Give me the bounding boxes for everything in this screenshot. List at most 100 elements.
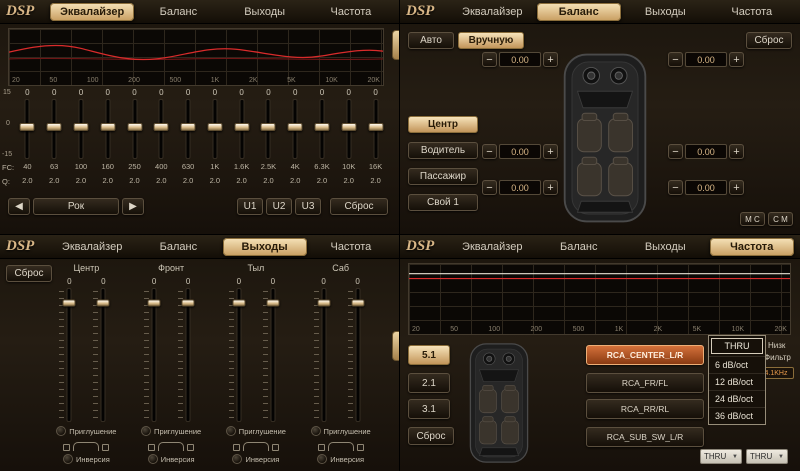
- decrease-button[interactable]: −: [482, 180, 497, 195]
- mode-2-1-button[interactable]: 2.1: [408, 373, 450, 393]
- balance-preset-center-button[interactable]: Центр: [408, 116, 478, 133]
- slope-select-left[interactable]: THRU▼: [700, 449, 742, 464]
- decrease-button[interactable]: −: [668, 52, 683, 67]
- increase-button[interactable]: +: [729, 180, 744, 195]
- slider-knob[interactable]: [234, 123, 249, 131]
- mute-checkbox[interactable]: [141, 426, 151, 436]
- balance-manual-button[interactable]: Вручную: [458, 32, 524, 49]
- mute-toggle[interactable]: Приглушение: [56, 425, 116, 437]
- output-level-slider[interactable]: [178, 287, 198, 423]
- eq-band-slider[interactable]: [228, 98, 255, 160]
- balance-preset-driver-button[interactable]: Водитель: [408, 142, 478, 159]
- cm-button[interactable]: C M: [768, 212, 793, 226]
- invert-toggle[interactable]: Инверсия: [232, 453, 279, 465]
- tab-equalizer[interactable]: Эквалайзер: [450, 238, 535, 256]
- balance-preset-custom-button[interactable]: Свой 1: [408, 194, 478, 211]
- slider-knob[interactable]: [182, 300, 195, 307]
- slider-knob[interactable]: [154, 123, 169, 131]
- tab-balance[interactable]: Баланс: [537, 238, 622, 256]
- mode-5-1-button[interactable]: 5.1: [408, 345, 450, 365]
- output-level-slider[interactable]: [348, 287, 368, 423]
- eq-band-slider[interactable]: [175, 98, 202, 160]
- rca-front-button[interactable]: RCA_FR/FL: [586, 373, 704, 393]
- eq-band-slider[interactable]: [148, 98, 175, 160]
- link-channels-toggle[interactable]: [63, 439, 109, 451]
- link-channels-toggle[interactable]: [148, 439, 194, 451]
- invert-toggle[interactable]: Инверсия: [148, 453, 195, 465]
- tab-frequency[interactable]: Частота: [309, 3, 393, 21]
- mute-checkbox[interactable]: [311, 426, 321, 436]
- slider-knob[interactable]: [314, 123, 329, 131]
- tab-balance[interactable]: Баланс: [537, 3, 622, 21]
- link-channels-toggle[interactable]: [318, 439, 364, 451]
- output-level-slider[interactable]: [314, 287, 334, 423]
- dropdown-option-12db[interactable]: 12 dB/oct: [709, 373, 765, 390]
- slider-knob[interactable]: [63, 300, 76, 307]
- tab-equalizer[interactable]: Эквалайзер: [50, 238, 134, 256]
- dropdown-option-6db[interactable]: 6 dB/oct: [709, 356, 765, 373]
- eq-band-slider[interactable]: [41, 98, 68, 160]
- tab-outputs[interactable]: Выходы: [623, 238, 708, 256]
- invert-toggle[interactable]: Инверсия: [63, 453, 110, 465]
- side-pull-handle[interactable]: [392, 331, 399, 361]
- tab-outputs[interactable]: Выходы: [623, 3, 708, 21]
- slider-knob[interactable]: [341, 123, 356, 131]
- tab-outputs[interactable]: Выходы: [223, 238, 307, 256]
- preset-next-button[interactable]: ▶: [122, 198, 144, 215]
- eq-band-slider[interactable]: [68, 98, 95, 160]
- slider-knob[interactable]: [148, 300, 161, 307]
- slider-knob[interactable]: [181, 123, 196, 131]
- output-level-slider[interactable]: [93, 287, 113, 423]
- increase-button[interactable]: +: [543, 180, 558, 195]
- link-channels-toggle[interactable]: [233, 439, 279, 451]
- eq-band-slider[interactable]: [362, 98, 389, 160]
- increase-button[interactable]: +: [729, 144, 744, 159]
- slider-knob[interactable]: [288, 123, 303, 131]
- tab-balance[interactable]: Баланс: [136, 238, 220, 256]
- mode-3-1-button[interactable]: 3.1: [408, 399, 450, 419]
- eq-band-slider[interactable]: [309, 98, 336, 160]
- user-preset-1-button[interactable]: U1: [237, 198, 263, 215]
- tab-equalizer[interactable]: Эквалайзер: [450, 3, 535, 21]
- slider-knob[interactable]: [207, 123, 222, 131]
- slider-knob[interactable]: [351, 300, 364, 307]
- preset-display[interactable]: Рок: [33, 198, 119, 215]
- slider-knob[interactable]: [97, 300, 110, 307]
- tab-balance[interactable]: Баланс: [136, 3, 220, 21]
- rca-center-button[interactable]: RCA_CENTER_L/R: [586, 345, 704, 365]
- increase-button[interactable]: +: [543, 52, 558, 67]
- output-level-slider[interactable]: [263, 287, 283, 423]
- user-preset-2-button[interactable]: U2: [266, 198, 292, 215]
- mute-toggle[interactable]: Приглушение: [226, 425, 286, 437]
- mute-checkbox[interactable]: [226, 426, 236, 436]
- eq-band-slider[interactable]: [201, 98, 228, 160]
- rca-rear-button[interactable]: RCA_RR/RL: [586, 399, 704, 419]
- slider-knob[interactable]: [261, 123, 276, 131]
- invert-checkbox[interactable]: [317, 454, 327, 464]
- tab-frequency[interactable]: Частота: [309, 238, 393, 256]
- slider-knob[interactable]: [20, 123, 35, 131]
- eq-band-slider[interactable]: [121, 98, 148, 160]
- preset-prev-button[interactable]: ◀: [8, 198, 30, 215]
- eq-band-slider[interactable]: [14, 98, 41, 160]
- decrease-button[interactable]: −: [482, 144, 497, 159]
- side-pull-handle[interactable]: [392, 30, 399, 60]
- balance-preset-passenger-button[interactable]: Пассажир: [408, 168, 478, 185]
- mc-button[interactable]: M C: [740, 212, 765, 226]
- user-preset-3-button[interactable]: U3: [295, 198, 321, 215]
- output-level-slider[interactable]: [144, 287, 164, 423]
- tab-equalizer[interactable]: Эквалайзер: [50, 3, 134, 21]
- balance-auto-button[interactable]: Авто: [408, 32, 454, 49]
- increase-button[interactable]: +: [543, 144, 558, 159]
- invert-checkbox[interactable]: [232, 454, 242, 464]
- rca-sub-button[interactable]: RCA_SUB_SW_L/R: [586, 427, 704, 447]
- eq-band-slider[interactable]: [94, 98, 121, 160]
- decrease-button[interactable]: −: [668, 144, 683, 159]
- freq-reset-button[interactable]: Сброс: [408, 427, 454, 445]
- mute-toggle[interactable]: Приглушение: [311, 425, 371, 437]
- tab-frequency[interactable]: Частота: [710, 238, 795, 256]
- slider-knob[interactable]: [368, 123, 383, 131]
- invert-checkbox[interactable]: [148, 454, 158, 464]
- dropdown-option-thru[interactable]: THRU: [711, 338, 763, 354]
- eq-band-slider[interactable]: [335, 98, 362, 160]
